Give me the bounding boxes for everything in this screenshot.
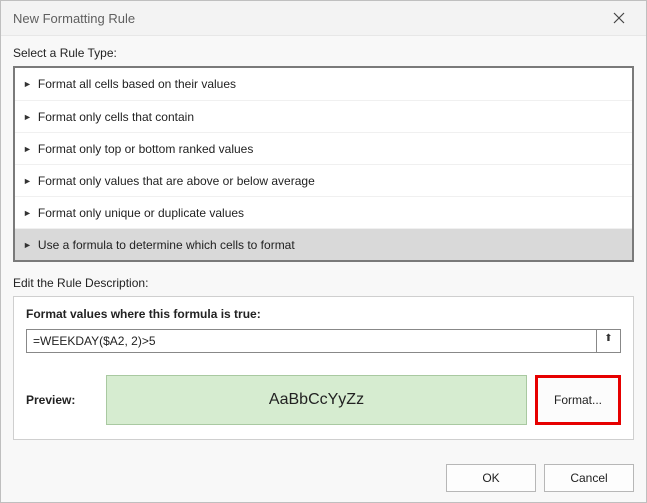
rule-type-list: ► Format all cells based on their values… — [13, 66, 634, 262]
arrow-icon: ► — [23, 79, 32, 89]
formula-row: ⬆ — [26, 329, 621, 353]
rule-type-item[interactable]: ► Format only top or bottom ranked value… — [15, 132, 632, 164]
close-icon — [613, 12, 625, 24]
new-formatting-rule-dialog: New Formatting Rule Select a Rule Type: … — [0, 0, 647, 503]
close-button[interactable] — [598, 4, 640, 32]
dialog-content: Select a Rule Type: ► Format all cells b… — [1, 36, 646, 454]
preview-label: Preview: — [26, 393, 98, 407]
dialog-title: New Formatting Rule — [13, 11, 598, 26]
collapse-dialog-button[interactable]: ⬆ — [597, 329, 621, 353]
select-rule-type-label: Select a Rule Type: — [13, 46, 634, 60]
cancel-button[interactable]: Cancel — [544, 464, 634, 492]
rule-type-label: Use a formula to determine which cells t… — [38, 238, 295, 252]
rule-description-box: Format values where this formula is true… — [13, 296, 634, 440]
cancel-button-label: Cancel — [570, 471, 607, 485]
preview-sample-box: AaBbCcYyZz — [106, 375, 527, 425]
formula-input[interactable] — [26, 329, 597, 353]
arrow-icon: ► — [23, 176, 32, 186]
ok-button[interactable]: OK — [446, 464, 536, 492]
rule-type-label: Format only unique or duplicate values — [38, 206, 244, 220]
arrow-icon: ► — [23, 112, 32, 122]
rule-type-label: Format only values that are above or bel… — [38, 174, 315, 188]
format-button-label: Format... — [554, 393, 602, 407]
rule-type-item[interactable]: ► Format only values that are above or b… — [15, 164, 632, 196]
preview-sample-text: AaBbCcYyZz — [269, 391, 364, 409]
preview-row: Preview: AaBbCcYyZz Format... — [26, 375, 621, 425]
arrow-icon: ► — [23, 240, 32, 250]
rule-type-item[interactable]: ► Format only cells that contain — [15, 100, 632, 132]
rule-type-item[interactable]: ► Format only unique or duplicate values — [15, 196, 632, 228]
dialog-footer: OK Cancel — [1, 454, 646, 502]
format-button[interactable]: Format... — [535, 375, 621, 425]
rule-type-label: Format only top or bottom ranked values — [38, 142, 253, 156]
rule-type-item[interactable]: ► Use a formula to determine which cells… — [15, 228, 632, 260]
rule-type-label: Format only cells that contain — [38, 110, 194, 124]
collapse-icon: ⬆ — [603, 335, 615, 347]
titlebar: New Formatting Rule — [1, 1, 646, 36]
rule-type-item[interactable]: ► Format all cells based on their values — [15, 68, 632, 100]
rule-type-label: Format all cells based on their values — [38, 77, 236, 91]
ok-button-label: OK — [482, 471, 499, 485]
edit-description-label: Edit the Rule Description: — [13, 276, 634, 290]
formula-title: Format values where this formula is true… — [26, 307, 621, 321]
arrow-icon: ► — [23, 208, 32, 218]
arrow-icon: ► — [23, 144, 32, 154]
